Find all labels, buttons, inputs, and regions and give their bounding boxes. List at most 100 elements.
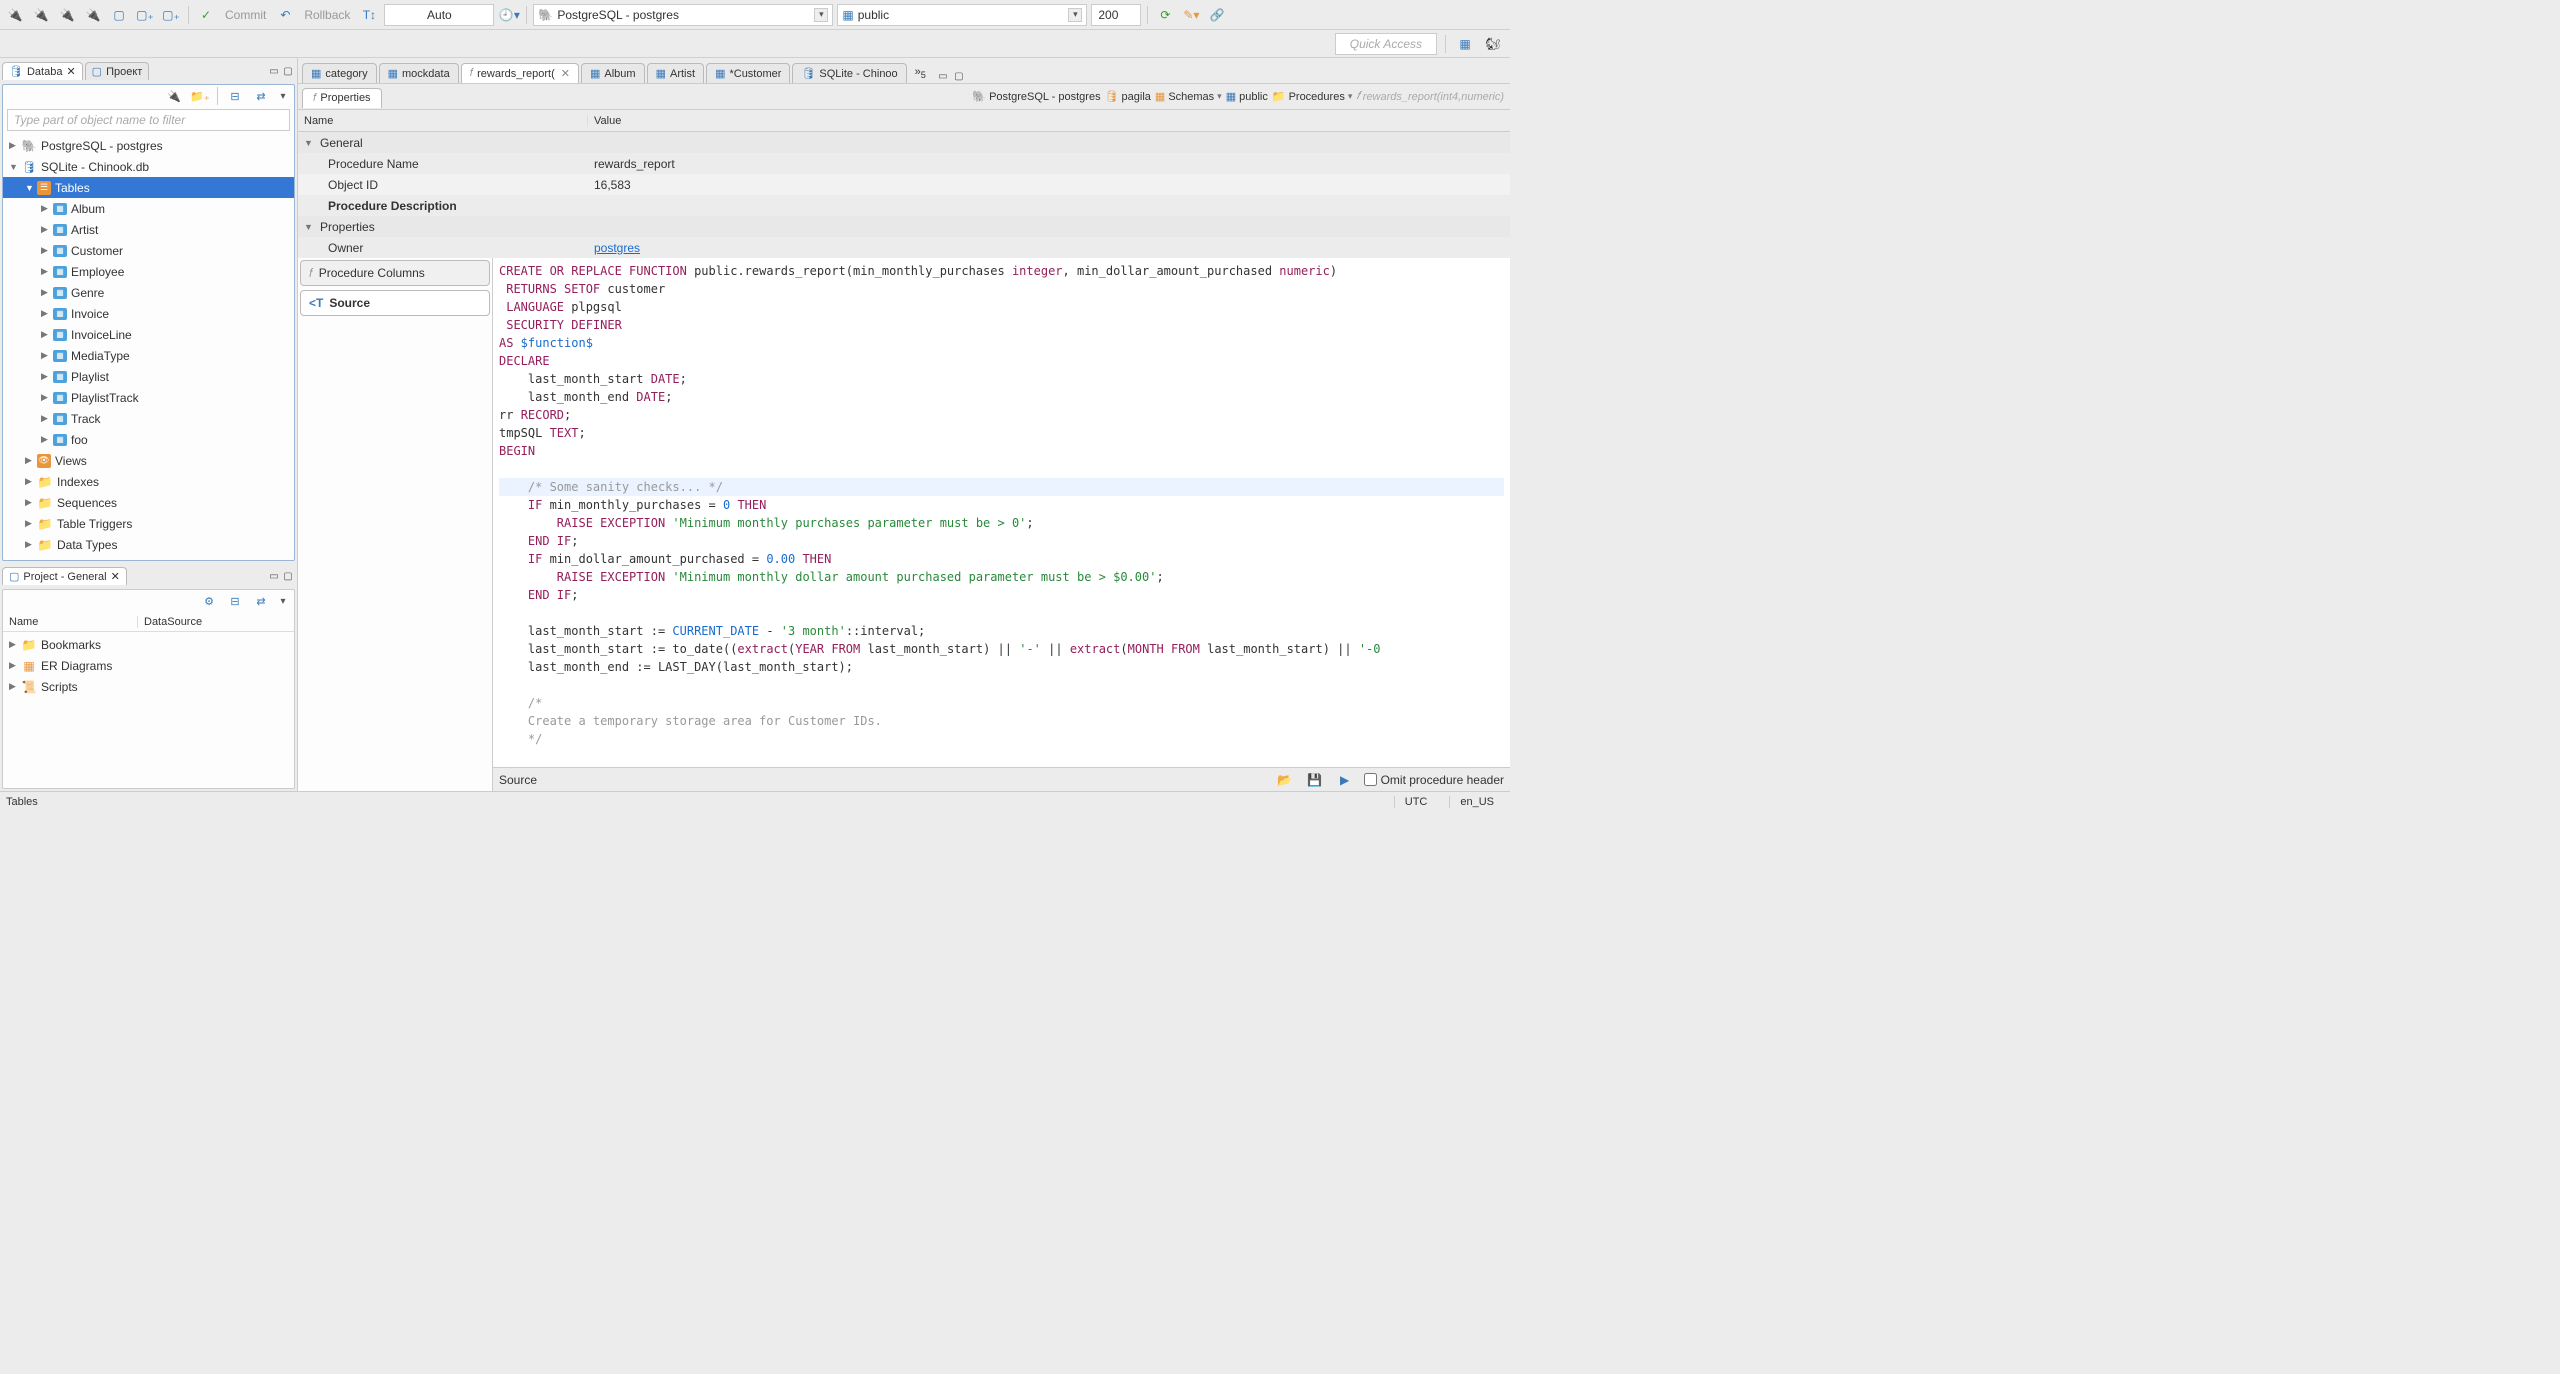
tree-node-bookmarks[interactable]: ▶📁Bookmarks	[3, 634, 294, 655]
minimize-icon[interactable]: ▭	[936, 69, 950, 83]
commit-icon[interactable]: ✓	[195, 4, 217, 26]
tree-node-pg[interactable]: ▶🐘PostgreSQL - postgres	[3, 135, 294, 156]
section-source[interactable]: <TSource	[300, 290, 490, 316]
tree-node-triggers[interactable]: ▶📁Table Triggers	[3, 513, 294, 534]
refresh-icon[interactable]: ⟳	[1154, 4, 1176, 26]
minimize-icon[interactable]: ▭	[267, 64, 281, 78]
tx-mode-icon[interactable]: T↕	[358, 4, 380, 26]
tree-node-playlisttrack[interactable]: ▶▦PlaylistTrack	[3, 387, 294, 408]
bc-procedures[interactable]: 📁Procedures▾	[1272, 90, 1353, 103]
recent-sql-icon[interactable]: ▢₊	[160, 4, 182, 26]
stop-icon[interactable]: ✎▾	[1180, 4, 1202, 26]
tab-customer[interactable]: ▦*Customer	[706, 63, 790, 83]
tree-node-scripts[interactable]: ▶📜Scripts	[3, 676, 294, 697]
maximize-icon[interactable]: ▢	[281, 64, 295, 78]
tree-node-views[interactable]: ▶👁Views	[3, 450, 294, 471]
minimize-icon[interactable]: ▭	[267, 569, 281, 583]
maximize-icon[interactable]: ▢	[281, 569, 295, 583]
tab-artist[interactable]: ▦Artist	[647, 63, 704, 83]
col-name[interactable]: Name	[298, 115, 588, 127]
tree-node-sequences[interactable]: ▶📁Sequences	[3, 492, 294, 513]
settings-icon[interactable]: ⚙	[198, 590, 220, 612]
tree-node-invoiceline[interactable]: ▶▦InvoiceLine	[3, 324, 294, 345]
status-timezone[interactable]: UTC	[1394, 796, 1438, 808]
col-value[interactable]: Value	[588, 115, 1510, 127]
dbeaver-perspective-icon[interactable]: 🐿	[1482, 33, 1504, 55]
menu-icon[interactable]: ▾	[276, 89, 290, 103]
tree-node-mediatype[interactable]: ▶▦MediaType	[3, 345, 294, 366]
tree-node-indexes[interactable]: ▶📁Indexes	[3, 471, 294, 492]
commit-label[interactable]: Commit	[221, 8, 270, 22]
menu-icon[interactable]: ▾	[276, 594, 290, 608]
tab-album[interactable]: ▦Album	[581, 63, 645, 83]
close-icon[interactable]: ✕	[111, 570, 120, 583]
tree-node-genre[interactable]: ▶▦Genre	[3, 282, 294, 303]
close-icon[interactable]: ✕	[66, 65, 75, 78]
omit-header-checkbox[interactable]: Omit procedure header	[1364, 773, 1504, 787]
connect-icon[interactable]: 🔌	[30, 4, 52, 26]
tree-node-tables[interactable]: ▼☰Tables	[3, 177, 294, 198]
tree-node-employee[interactable]: ▶▦Employee	[3, 261, 294, 282]
bc-postgres[interactable]: 🐘PostgreSQL - postgres	[972, 90, 1100, 103]
new-sql-icon[interactable]: ▢₊	[134, 4, 156, 26]
tab-category[interactable]: ▦category	[302, 63, 377, 83]
tab-project-general[interactable]: ▢ Project - General ✕	[2, 567, 127, 585]
status-locale[interactable]: en_US	[1449, 796, 1504, 808]
new-folder-icon[interactable]: 📁₊	[189, 85, 211, 107]
reconnect-icon[interactable]: 🔌	[56, 4, 78, 26]
tab-rewards-report[interactable]: 𝑓rewards_report(✕	[461, 63, 579, 83]
perspective-icon[interactable]: ▦	[1454, 33, 1476, 55]
tab-mockdata[interactable]: ▦mockdata	[379, 63, 459, 83]
open-folder-icon[interactable]: 📂	[1274, 769, 1296, 791]
rollback-icon[interactable]: ↶	[274, 4, 296, 26]
collapse-icon[interactable]: ⊟	[224, 590, 246, 612]
disconnect-icon[interactable]: 🔌	[82, 4, 104, 26]
tree-node-er-diagrams[interactable]: ▶▦ER Diagrams	[3, 655, 294, 676]
save-icon[interactable]: 💾	[1304, 769, 1326, 791]
tree-node-album[interactable]: ▶▦Album	[3, 198, 294, 219]
bc-pagila[interactable]: 🛢pagila	[1105, 90, 1151, 103]
tree-node-track[interactable]: ▶▦Track	[3, 408, 294, 429]
rollback-label[interactable]: Rollback	[300, 8, 354, 22]
collapse-icon[interactable]: ⊟	[224, 85, 246, 107]
close-icon[interactable]: ✕	[561, 67, 570, 80]
sql-console-icon[interactable]: ▶	[1334, 769, 1356, 791]
tab-properties[interactable]: 𝑓Properties	[302, 88, 382, 108]
tree-node-customer[interactable]: ▶▦Customer	[3, 240, 294, 261]
new-connection-icon[interactable]: 🔌	[4, 4, 26, 26]
bc-function[interactable]: 𝑓rewards_report(int4,numeric)	[1356, 90, 1504, 103]
owner-link[interactable]: postgres	[594, 241, 640, 255]
tab-projects[interactable]: ▢ Проект	[85, 62, 150, 80]
col-name[interactable]: Name	[3, 616, 138, 628]
history-icon[interactable]: 🕘▾	[498, 4, 520, 26]
prop-row-procname[interactable]: Procedure Namerewards_report	[298, 153, 1510, 174]
prop-row-owner[interactable]: Ownerpostgres	[298, 237, 1510, 258]
bc-schemas[interactable]: ▦Schemas▾	[1155, 90, 1222, 103]
tree-node-invoice[interactable]: ▶▦Invoice	[3, 303, 294, 324]
schema-dropdown[interactable]: ▦ public ▾	[837, 4, 1087, 26]
link-editor-icon[interactable]: ⇄	[250, 590, 272, 612]
prop-section-general[interactable]: ▼General	[298, 132, 1510, 153]
tree-node-playlist[interactable]: ▶▦Playlist	[3, 366, 294, 387]
tab-sqlite[interactable]: 🛢SQLite - Chinoo	[792, 63, 906, 83]
bc-public[interactable]: ▦public	[1226, 90, 1268, 103]
tree-node-artist[interactable]: ▶▦Artist	[3, 219, 294, 240]
col-datasource[interactable]: DataSource	[138, 616, 208, 628]
connect-icon[interactable]: 🔌	[163, 85, 185, 107]
quick-access-input[interactable]: Quick Access	[1335, 33, 1437, 55]
sql-editor-icon[interactable]: ▢	[108, 4, 130, 26]
commit-mode-dropdown[interactable]: Auto	[384, 4, 494, 26]
datasource-dropdown[interactable]: 🐘 PostgreSQL - postgres ▾	[533, 4, 833, 26]
prop-row-objectid[interactable]: Object ID16,583	[298, 174, 1510, 195]
prop-section-properties[interactable]: ▼Properties	[298, 216, 1510, 237]
maximize-icon[interactable]: ▢	[952, 69, 966, 83]
tab-database-navigator[interactable]: 🛢 Databa ✕	[2, 62, 83, 80]
sql-source-editor[interactable]: CREATE OR REPLACE FUNCTION public.reward…	[493, 258, 1510, 767]
link-editor-icon[interactable]: ⇄	[250, 85, 272, 107]
tree-node-foo[interactable]: ▶▦foo	[3, 429, 294, 450]
prop-row-description[interactable]: Procedure Description	[298, 195, 1510, 216]
section-procedure-columns[interactable]: 𝑓Procedure Columns	[300, 260, 490, 286]
tree-node-sqlite[interactable]: ▼🛢SQLite - Chinook.db	[3, 156, 294, 177]
tabs-overflow[interactable]: »5	[909, 63, 932, 83]
link-icon[interactable]: 🔗	[1206, 4, 1228, 26]
